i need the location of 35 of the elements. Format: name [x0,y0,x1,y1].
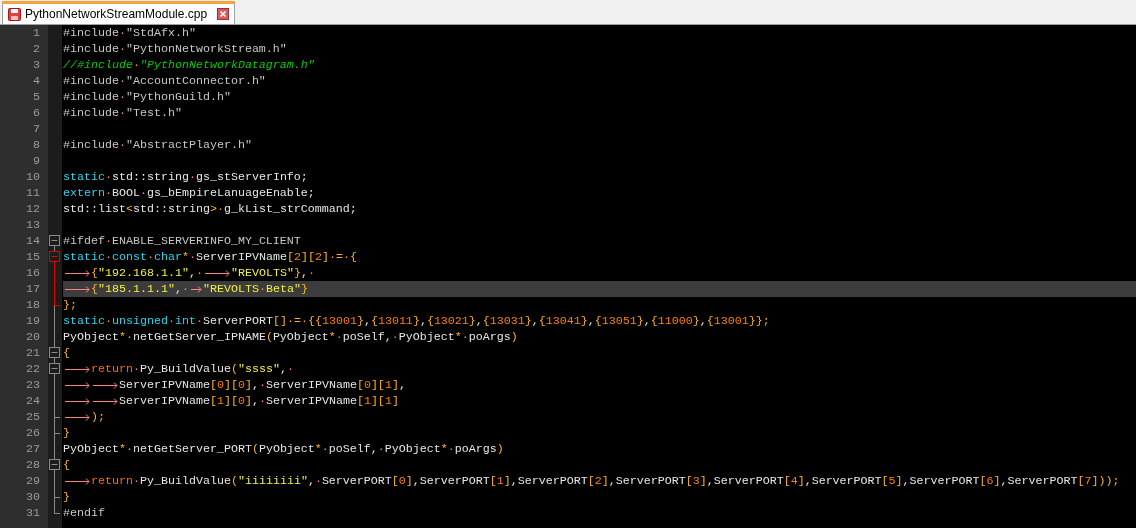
code-line: {"192.168.1.1",· "REVOLTS"},· [63,265,315,281]
collapse-icon[interactable] [49,459,60,470]
code-line: static·std::string·gs_stServerInfo; [63,169,308,185]
code-line: ServerIPVName[1][0],·ServerIPVName[1][1] [63,393,399,409]
collapse-icon[interactable] [49,363,60,374]
code-line: {"185.1.1.1",· "REVOLTS·Beta"} [63,281,308,297]
code-line: } [63,425,70,441]
code-line: ); [63,409,105,425]
code-line: return·Py_BuildValue("ssss",· [63,361,294,377]
code-line: return·Py_BuildValue("iiiiiiii",·ServerPORT[0],ServerPORT[1],ServerPORT[2],ServerPORT[3],ServerPORT[4],ServerPORT[5],ServerPORT[6],ServerPORT[7])); [63,473,1120,489]
code-line: PyObject*·netGetServer_PORT(PyObject*·poSelf,·PyObject*·poArgs) [63,441,504,457]
code-line: #include·"PythonNetworkStream.h" [63,41,287,57]
code-line: #include·"Test.h" [63,105,182,121]
code-line: #endif [63,505,105,521]
code-line: { [63,345,70,361]
code-line: extern·BOOL·gs_bEmpireLanuageEnable; [63,185,315,201]
code-line: #include·"AccountConnector.h" [63,73,266,89]
code-line: ServerIPVName[0][0],·ServerIPVName[0][1], [63,377,406,393]
code-line: #include·"StdAfx.h" [63,25,196,41]
code-line: #include·"AbstractPlayer.h" [63,137,252,153]
code-line: //#include·"PythonNetworkDatagram.h" [63,57,315,73]
code-line: } [63,489,70,505]
code-line: #ifdef·ENABLE_SERVERINFO_MY_CLIENT [63,233,301,249]
close-icon[interactable] [217,8,230,20]
file-tab[interactable]: PythonNetworkStreamModule.cpp [2,1,236,24]
code-line: #include·"PythonGuild.h" [63,89,231,105]
code-line: std::list<std::string>·g_kList_strCommand; [63,201,357,217]
collapse-icon[interactable] [49,235,60,246]
code-line: static·unsigned·int·ServerPORT[]·=·{{13001},{13011},{13021},{13031},{13041},{13051},{11000},{13001}}; [63,313,770,329]
collapse-icon[interactable] [49,251,60,262]
code-line: PyObject*·netGetServer_IPNAME(PyObject*·poSelf,·PyObject*·poArgs) [63,329,518,345]
code-line: static·const·char*·ServerIPVName[2][2]·=·{ [63,249,357,265]
collapse-icon[interactable] [49,347,60,358]
code-line: }; [63,297,77,313]
code-line: { [63,457,70,473]
